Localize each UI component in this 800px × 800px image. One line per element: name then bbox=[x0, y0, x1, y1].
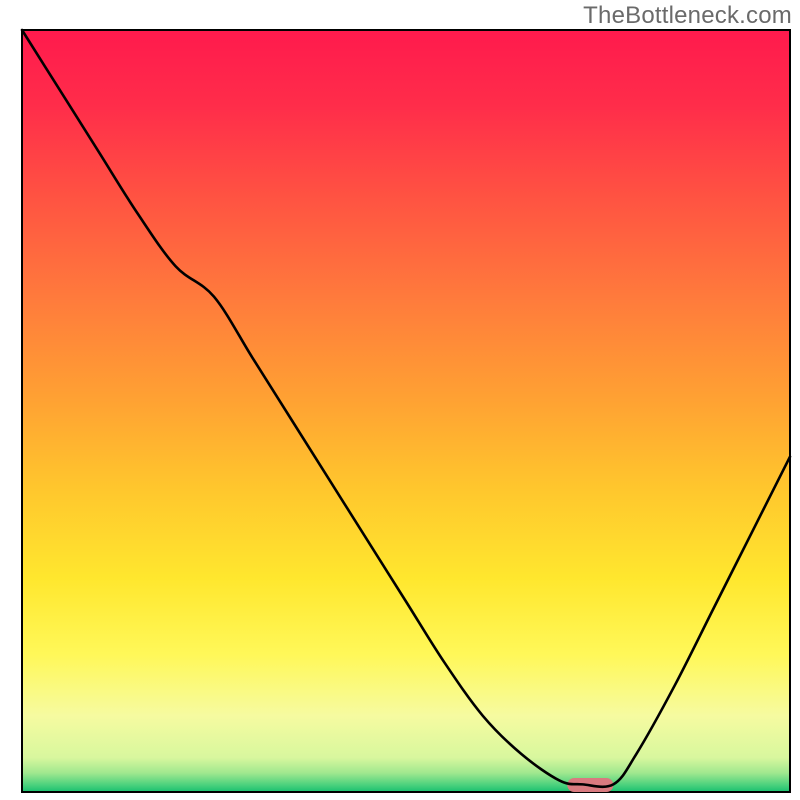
plot-area bbox=[22, 30, 790, 792]
chart-svg bbox=[0, 0, 800, 800]
gradient-background bbox=[22, 30, 790, 792]
chart-canvas: TheBottleneck.com bbox=[0, 0, 800, 800]
